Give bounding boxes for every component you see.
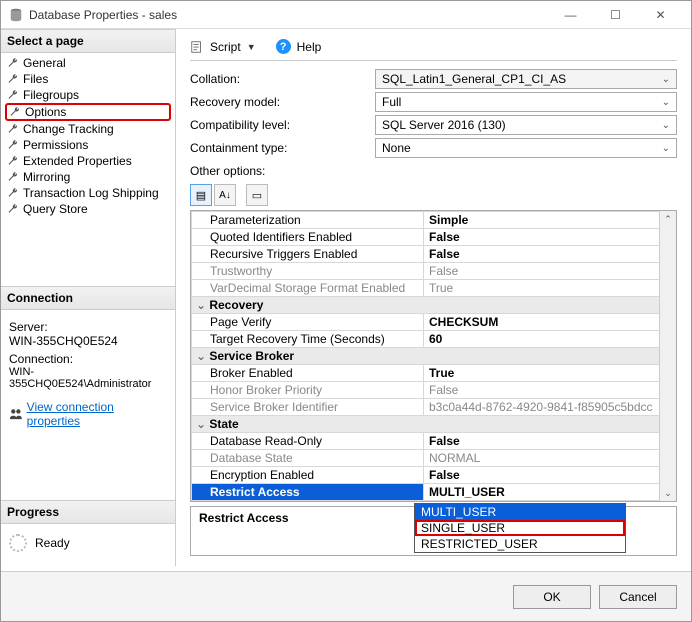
script-button[interactable]: Script <box>210 40 241 54</box>
property-row[interactable]: Recursive Triggers EnabledFalse <box>192 246 676 263</box>
containment-combo[interactable]: None⌄ <box>375 138 677 158</box>
property-row[interactable]: Service Broker Identifierb3c0a44d-8762-4… <box>192 399 676 416</box>
property-category[interactable]: ⌄ Service Broker <box>192 348 676 365</box>
property-row[interactable]: Target Recovery Time (Seconds)60 <box>192 331 676 348</box>
close-button[interactable]: ✕ <box>638 1 683 29</box>
progress-spinner-icon <box>9 534 27 552</box>
property-row[interactable]: Database Read-OnlyFalse <box>192 433 676 450</box>
script-toolbar: Script ▼ ? Help <box>190 39 677 61</box>
property-category[interactable]: ⌄ State <box>192 416 676 433</box>
server-value: WIN-355CHQ0E524 <box>9 334 167 348</box>
grid-scrollbar[interactable]: ⌃ ⌄ <box>659 211 676 501</box>
window-title: Database Properties - sales <box>29 8 548 22</box>
other-options-label: Other options: <box>190 164 677 178</box>
sidebar-item-extended-properties[interactable]: Extended Properties <box>1 153 175 169</box>
chevron-down-icon: ⌄ <box>662 143 670 154</box>
property-pages-button[interactable]: ▭ <box>246 184 268 206</box>
database-icon <box>9 8 23 22</box>
scroll-down-icon[interactable]: ⌄ <box>660 485 676 501</box>
progress-status: Ready <box>35 536 70 550</box>
containment-label: Containment type: <box>190 141 375 155</box>
property-row[interactable]: VarDecimal Storage Format EnabledTrue <box>192 280 676 297</box>
compatibility-label: Compatibility level: <box>190 118 375 132</box>
restrict-access-dropdown[interactable]: MULTI_USERSINGLE_USERRESTRICTED_USER <box>414 503 626 553</box>
sidebar-item-filegroups[interactable]: Filegroups <box>1 87 175 103</box>
select-page-header: Select a page <box>1 29 175 53</box>
right-panel: Script ▼ ? Help Collation: SQL_Latin1_Ge… <box>176 29 691 566</box>
help-icon[interactable]: ? <box>276 39 291 54</box>
property-row[interactable]: Broker EnabledTrue <box>192 365 676 382</box>
progress-header: Progress <box>1 500 175 524</box>
minimize-button[interactable]: ― <box>548 1 593 29</box>
property-row[interactable]: Honor Broker PriorityFalse <box>192 382 676 399</box>
property-row[interactable]: Database StateNORMAL <box>192 450 676 467</box>
collation-combo[interactable]: SQL_Latin1_General_CP1_CI_AS⌄ <box>375 69 677 89</box>
script-dropdown-caret-icon[interactable]: ▼ <box>247 42 256 52</box>
chevron-down-icon: ⌄ <box>662 97 670 108</box>
dropdown-item-restricted_user[interactable]: RESTRICTED_USER <box>415 536 625 552</box>
property-row-restrict-access[interactable]: Restrict AccessMULTI_USER⌄ <box>192 484 676 501</box>
properties-grid[interactable]: ParameterizationSimpleQuoted Identifiers… <box>190 210 677 502</box>
view-connection-properties-link[interactable]: View connection properties <box>9 400 167 428</box>
script-icon <box>190 40 204 54</box>
dropdown-item-single_user[interactable]: SINGLE_USER <box>415 520 625 536</box>
sidebar-item-query-store[interactable]: Query Store <box>1 201 175 217</box>
recovery-model-label: Recovery model: <box>190 95 375 109</box>
property-row[interactable]: Quoted Identifiers EnabledFalse <box>192 229 676 246</box>
chevron-down-icon: ⌄ <box>662 74 670 85</box>
sidebar-item-mirroring[interactable]: Mirroring <box>1 169 175 185</box>
left-panel: Select a page GeneralFilesFilegroupsOpti… <box>1 29 176 566</box>
categorized-button[interactable]: ▤ <box>190 184 212 206</box>
chevron-down-icon: ⌄ <box>662 120 670 131</box>
maximize-button[interactable]: ☐ <box>593 1 638 29</box>
dialog-footer: OK Cancel <box>1 571 691 621</box>
property-row[interactable]: TrustworthyFalse <box>192 263 676 280</box>
property-row[interactable]: Encryption EnabledFalse <box>192 467 676 484</box>
sidebar-item-options[interactable]: Options <box>5 103 171 121</box>
sidebar-item-change-tracking[interactable]: Change Tracking <box>1 121 175 137</box>
sidebar-item-transaction-log-shipping[interactable]: Transaction Log Shipping <box>1 185 175 201</box>
cancel-button[interactable]: Cancel <box>599 585 677 609</box>
connection-label: Connection: <box>9 352 167 366</box>
alphabetical-button[interactable]: A↓ <box>214 184 236 206</box>
sidebar-item-files[interactable]: Files <box>1 71 175 87</box>
people-icon <box>9 407 23 421</box>
compatibility-combo[interactable]: SQL Server 2016 (130)⌄ <box>375 115 677 135</box>
property-category[interactable]: ⌄ Recovery <box>192 297 676 314</box>
connection-value: WIN-355CHQ0E524\Administrator <box>9 366 167 390</box>
dropdown-item-multi_user[interactable]: MULTI_USER <box>415 504 625 520</box>
collation-label: Collation: <box>190 72 375 86</box>
server-label: Server: <box>9 320 167 334</box>
scroll-up-icon[interactable]: ⌃ <box>660 211 676 227</box>
ok-button[interactable]: OK <box>513 585 591 609</box>
recovery-model-combo[interactable]: Full⌄ <box>375 92 677 112</box>
help-button[interactable]: Help <box>297 40 322 54</box>
description-box: Restrict Access MULTI_USERSINGLE_USERRES… <box>190 506 677 556</box>
connection-header: Connection <box>1 286 175 310</box>
sidebar-item-general[interactable]: General <box>1 55 175 71</box>
property-row[interactable]: ParameterizationSimple <box>192 212 676 229</box>
titlebar: Database Properties - sales ― ☐ ✕ <box>1 1 691 29</box>
property-row[interactable]: Page VerifyCHECKSUM <box>192 314 676 331</box>
sidebar-item-permissions[interactable]: Permissions <box>1 137 175 153</box>
page-nav: GeneralFilesFilegroupsOptionsChange Trac… <box>1 53 175 219</box>
